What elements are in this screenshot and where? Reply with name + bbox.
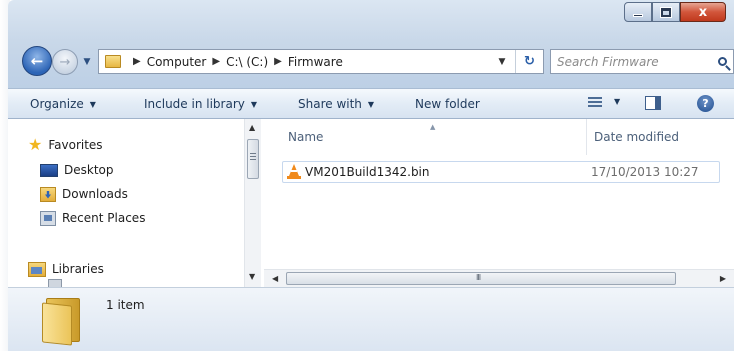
command-bar: Organize ▼ Include in library ▼ Share wi… — [8, 88, 734, 119]
scroll-down-icon[interactable]: ▼ — [249, 272, 255, 281]
search-placeholder: Search Firmware — [557, 54, 659, 69]
libraries-icon — [28, 261, 46, 277]
back-arrow-icon: ← — [30, 52, 44, 70]
chevron-down-icon: ▼ — [250, 99, 258, 109]
minimize-icon — [633, 13, 643, 17]
column-header-name-label: Name — [288, 130, 324, 144]
scrollbar-grip-icon — [250, 153, 256, 162]
new-folder-button[interactable]: New folder — [415, 89, 480, 119]
nav-recent-places-label: Recent Places — [62, 211, 146, 225]
explorer-window: x ← → ▼ ▶ Computer ▶ C:\ (C:) ▶ Firmware — [0, 0, 734, 351]
breadcrumb-separator[interactable]: ▶ — [212, 56, 220, 67]
share-with-button[interactable]: Share with ▼ — [298, 89, 374, 119]
close-button[interactable]: x — [680, 2, 726, 22]
folder-large-icon — [42, 298, 82, 346]
minimize-button[interactable] — [624, 2, 652, 22]
item-count: 1 item — [106, 298, 145, 312]
preview-pane-icon[interactable] — [645, 96, 661, 110]
column-divider[interactable] — [586, 119, 587, 155]
address-row: ← → ▼ ▶ Computer ▶ C:\ (C:) ▶ Firmware ▼ — [22, 44, 734, 78]
scroll-right-icon[interactable]: ▶ — [720, 274, 726, 283]
organize-button[interactable]: Organize ▼ — [30, 89, 96, 119]
share-with-label: Share with — [298, 97, 362, 111]
help-glyph: ? — [702, 97, 709, 110]
nav-desktop[interactable]: Desktop — [40, 160, 114, 180]
nav-favorites[interactable]: ★ Favorites — [28, 135, 103, 155]
scroll-up-icon[interactable]: ▲ — [249, 123, 255, 132]
refresh-button[interactable]: ↻ — [515, 50, 543, 73]
include-in-library-label: Include in library — [144, 97, 245, 111]
breadcrumb-firmware[interactable]: Firmware — [288, 55, 343, 69]
breadcrumb-separator[interactable]: ▶ — [274, 56, 282, 67]
help-icon[interactable]: ? — [697, 95, 714, 112]
file-list: Name ▲ Date modified VM201Build1342.bin … — [268, 119, 734, 269]
nav-desktop-label: Desktop — [64, 163, 114, 177]
scrollbar-thumb[interactable] — [286, 272, 676, 285]
file-row[interactable]: VM201Build1342.bin 17/10/2013 10:27 — [282, 161, 720, 183]
caption-buttons: x — [624, 2, 726, 24]
chevron-down-icon: ▼ — [89, 99, 96, 109]
file-list-horizontal-scrollbar[interactable]: ◀ III ▶ — [264, 269, 734, 287]
downloads-icon — [40, 186, 56, 202]
desktop-icon — [40, 163, 58, 177]
star-icon: ★ — [28, 135, 43, 154]
file-name: VM201Build1342.bin — [305, 165, 430, 179]
address-bar[interactable]: ▶ Computer ▶ C:\ (C:) ▶ Firmware ▼ ↻ — [98, 49, 544, 74]
chevron-down-icon: ▼ — [367, 99, 375, 109]
address-dropdown-button[interactable]: ▼ — [491, 50, 513, 73]
vlc-cone-icon — [287, 164, 301, 180]
breadcrumb-c-drive[interactable]: C:\ (C:) — [226, 55, 268, 69]
scroll-left-icon[interactable]: ◀ — [272, 274, 278, 283]
refresh-icon: ↻ — [524, 54, 535, 69]
column-header-name[interactable]: Name — [288, 119, 323, 155]
organize-label: Organize — [30, 97, 84, 111]
include-in-library-button[interactable]: Include in library ▼ — [144, 89, 257, 119]
scrollbar-grip-icon: III — [476, 273, 481, 282]
chevron-down-icon: ▼ — [498, 56, 506, 67]
recent-pages-dropdown[interactable]: ▼ — [80, 54, 94, 70]
breadcrumb-computer[interactable]: Computer — [147, 55, 207, 69]
nav-recent-places[interactable]: Recent Places — [40, 208, 145, 228]
nav-libraries-label: Libraries — [52, 262, 104, 276]
nav-downloads-label: Downloads — [62, 187, 128, 201]
navigation-pane: ★ Favorites Desktop Downloads Recent Pla… — [8, 119, 264, 287]
nav-libraries[interactable]: Libraries — [28, 259, 104, 279]
search-input[interactable]: Search Firmware — [550, 49, 734, 74]
view-options-dropdown[interactable]: ▼ — [614, 97, 620, 106]
change-view-icon[interactable] — [588, 97, 602, 110]
title-bar: x ← → ▼ ▶ Computer ▶ C:\ (C:) ▶ Firmware — [8, 0, 734, 90]
column-header-date-modified[interactable]: Date modified — [594, 119, 679, 155]
maximize-icon — [661, 7, 671, 17]
chevron-down-icon: ▼ — [83, 57, 91, 67]
sort-arrow-icon: ▲ — [430, 123, 436, 131]
documents-icon — [48, 279, 62, 287]
navigation-pane-scrollbar[interactable]: ▲ ▼ — [244, 119, 261, 287]
forward-button[interactable]: → — [52, 49, 78, 75]
back-button[interactable]: ← — [22, 46, 52, 76]
nav-favorites-label: Favorites — [48, 138, 103, 152]
forward-arrow-icon: → — [59, 54, 71, 70]
column-header-date-label: Date modified — [594, 130, 680, 144]
breadcrumb-separator[interactable]: ▶ — [133, 56, 141, 67]
details-pane: 1 item — [8, 287, 734, 351]
new-folder-label: New folder — [415, 97, 480, 111]
maximize-button[interactable] — [652, 2, 680, 22]
recent-places-icon — [40, 210, 56, 226]
file-date-modified: 17/10/2013 10:27 — [591, 165, 699, 179]
nav-downloads[interactable]: Downloads — [40, 184, 128, 204]
folder-icon — [105, 55, 121, 68]
search-icon[interactable] — [711, 51, 733, 73]
close-icon: x — [698, 4, 708, 20]
